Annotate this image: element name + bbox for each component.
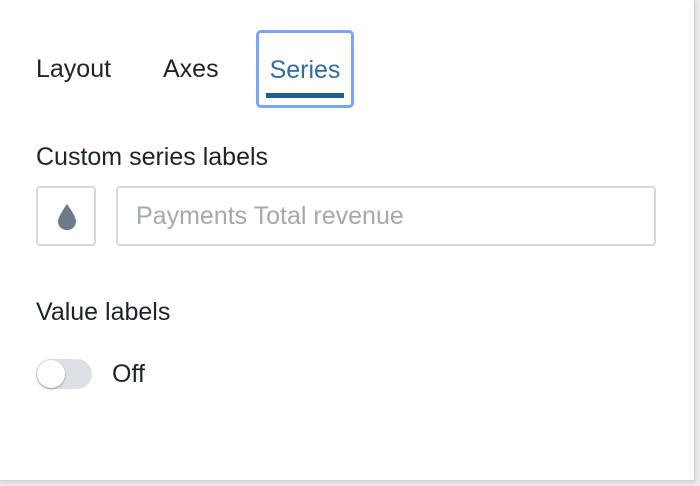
series-label-input[interactable] [116, 186, 656, 246]
value-labels-toggle-state: Off [112, 360, 145, 388]
toggle-knob [37, 360, 65, 388]
tab-axes[interactable]: Axes [163, 30, 219, 108]
value-labels-toggle[interactable] [36, 359, 92, 389]
tab-series[interactable]: Series [256, 30, 354, 108]
series-settings-panel: Layout Axes Series Custom series labels … [0, 0, 695, 481]
custom-series-labels-heading: Custom series labels [36, 143, 269, 171]
tab-series-label: Series [269, 56, 341, 84]
droplet-icon [58, 204, 76, 230]
value-labels-heading: Value labels [36, 298, 171, 326]
series-color-picker-button[interactable] [36, 186, 96, 246]
active-tab-indicator [266, 93, 344, 98]
tab-layout[interactable]: Layout [36, 30, 111, 108]
